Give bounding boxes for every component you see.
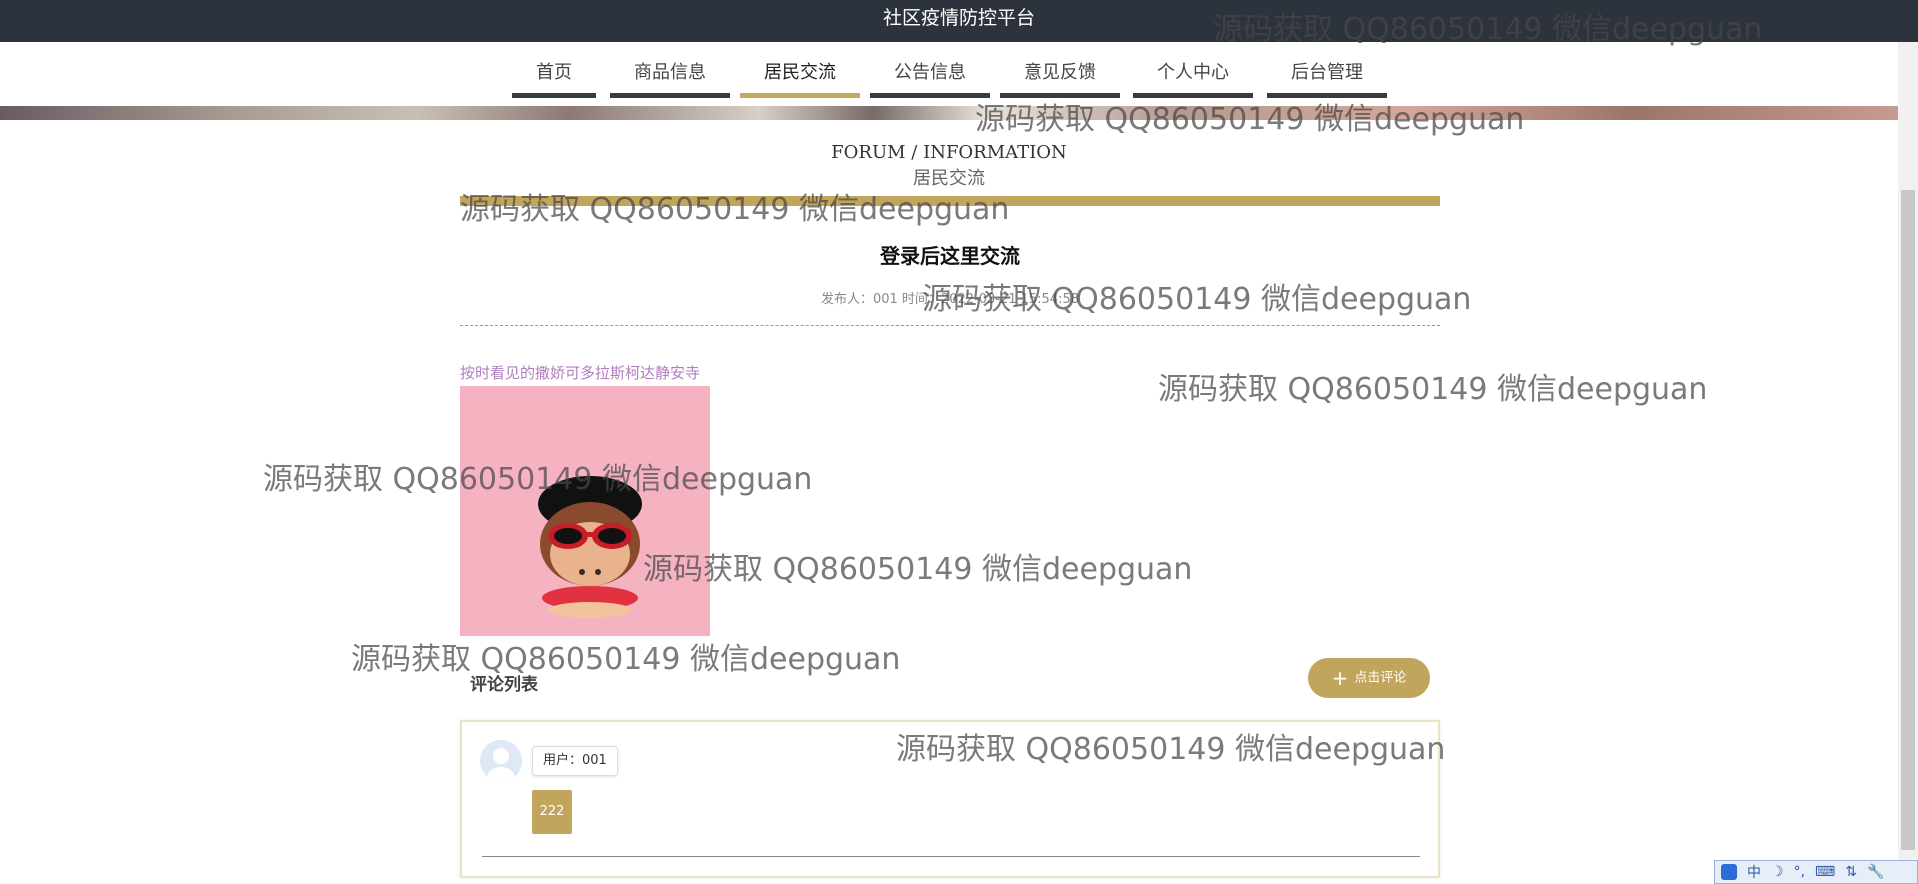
toolbox-icon[interactable]: ⇅ xyxy=(1845,864,1857,880)
comment-divider xyxy=(482,856,1420,857)
post-meta: 发布人：001 时间：2022-03-21 15:54:58 xyxy=(820,292,1079,307)
post-title: 登录后这里交流 xyxy=(880,244,1020,268)
avatar xyxy=(480,740,522,782)
nav-home[interactable]: 首页 xyxy=(512,58,596,98)
nav-feedback[interactable]: 意见反馈 xyxy=(1000,58,1120,98)
post-image xyxy=(460,386,710,636)
nav-profile[interactable]: 个人中心 xyxy=(1133,58,1253,98)
ime-logo-icon[interactable] xyxy=(1721,864,1737,880)
plus-icon: + xyxy=(1331,666,1349,690)
comment-list-heading: 评论列表 xyxy=(470,675,538,695)
site-title: 社区疫情防控平台 xyxy=(882,7,1035,29)
post-body: 按时看见的撒娇可多拉斯柯达静安寺 xyxy=(460,364,701,382)
watermark: 源码获取 QQ86050149 微信deepguan xyxy=(351,642,901,677)
section-title-cn: 居民交流 xyxy=(913,168,985,189)
punctuation-icon[interactable]: °, xyxy=(1794,864,1805,880)
watermark: 源码获取 QQ86050149 微信deepguan xyxy=(643,552,1193,587)
section-title-en: FORUM / INFORMATION xyxy=(831,142,1067,163)
ime-toolbar[interactable]: 中 ☽ °, ⌨ ⇅ 🔧 xyxy=(1714,860,1918,884)
monkey-face-image xyxy=(460,386,710,636)
comment-content: 222 xyxy=(532,790,572,834)
keyboard-icon[interactable]: ⌨ xyxy=(1815,864,1835,880)
nav-admin[interactable]: 后台管理 xyxy=(1267,58,1387,98)
top-bar: 社区疫情防控平台 xyxy=(0,0,1918,42)
add-comment-button[interactable]: + 点击评论 xyxy=(1308,658,1430,698)
nav-announcements[interactable]: 公告信息 xyxy=(870,58,990,98)
main-nav: 首页 商品信息 居民交流 公告信息 意见反馈 个人中心 后台管理 xyxy=(0,42,1898,106)
user-avatar-icon xyxy=(480,740,522,782)
comment-item: 用户：001 222 xyxy=(460,720,1440,878)
banner-strip xyxy=(0,106,1898,120)
comment-user: 用户：001 xyxy=(532,746,618,776)
scrollbar-thumb[interactable] xyxy=(1901,190,1915,850)
add-comment-label: 点击评论 xyxy=(1354,670,1407,686)
moon-icon[interactable]: ☽ xyxy=(1771,864,1784,880)
settings-icon[interactable]: 🔧 xyxy=(1867,864,1884,880)
nav-products[interactable]: 商品信息 xyxy=(610,58,730,98)
post-divider xyxy=(460,325,1440,326)
ime-mode-icon[interactable]: 中 xyxy=(1747,862,1761,882)
nav-forum[interactable]: 居民交流 xyxy=(740,58,860,98)
watermark: 源码获取 QQ86050149 微信deepguan xyxy=(460,192,1010,227)
watermark: 源码获取 QQ86050149 微信deepguan xyxy=(1158,372,1708,407)
section-divider xyxy=(460,196,1440,206)
